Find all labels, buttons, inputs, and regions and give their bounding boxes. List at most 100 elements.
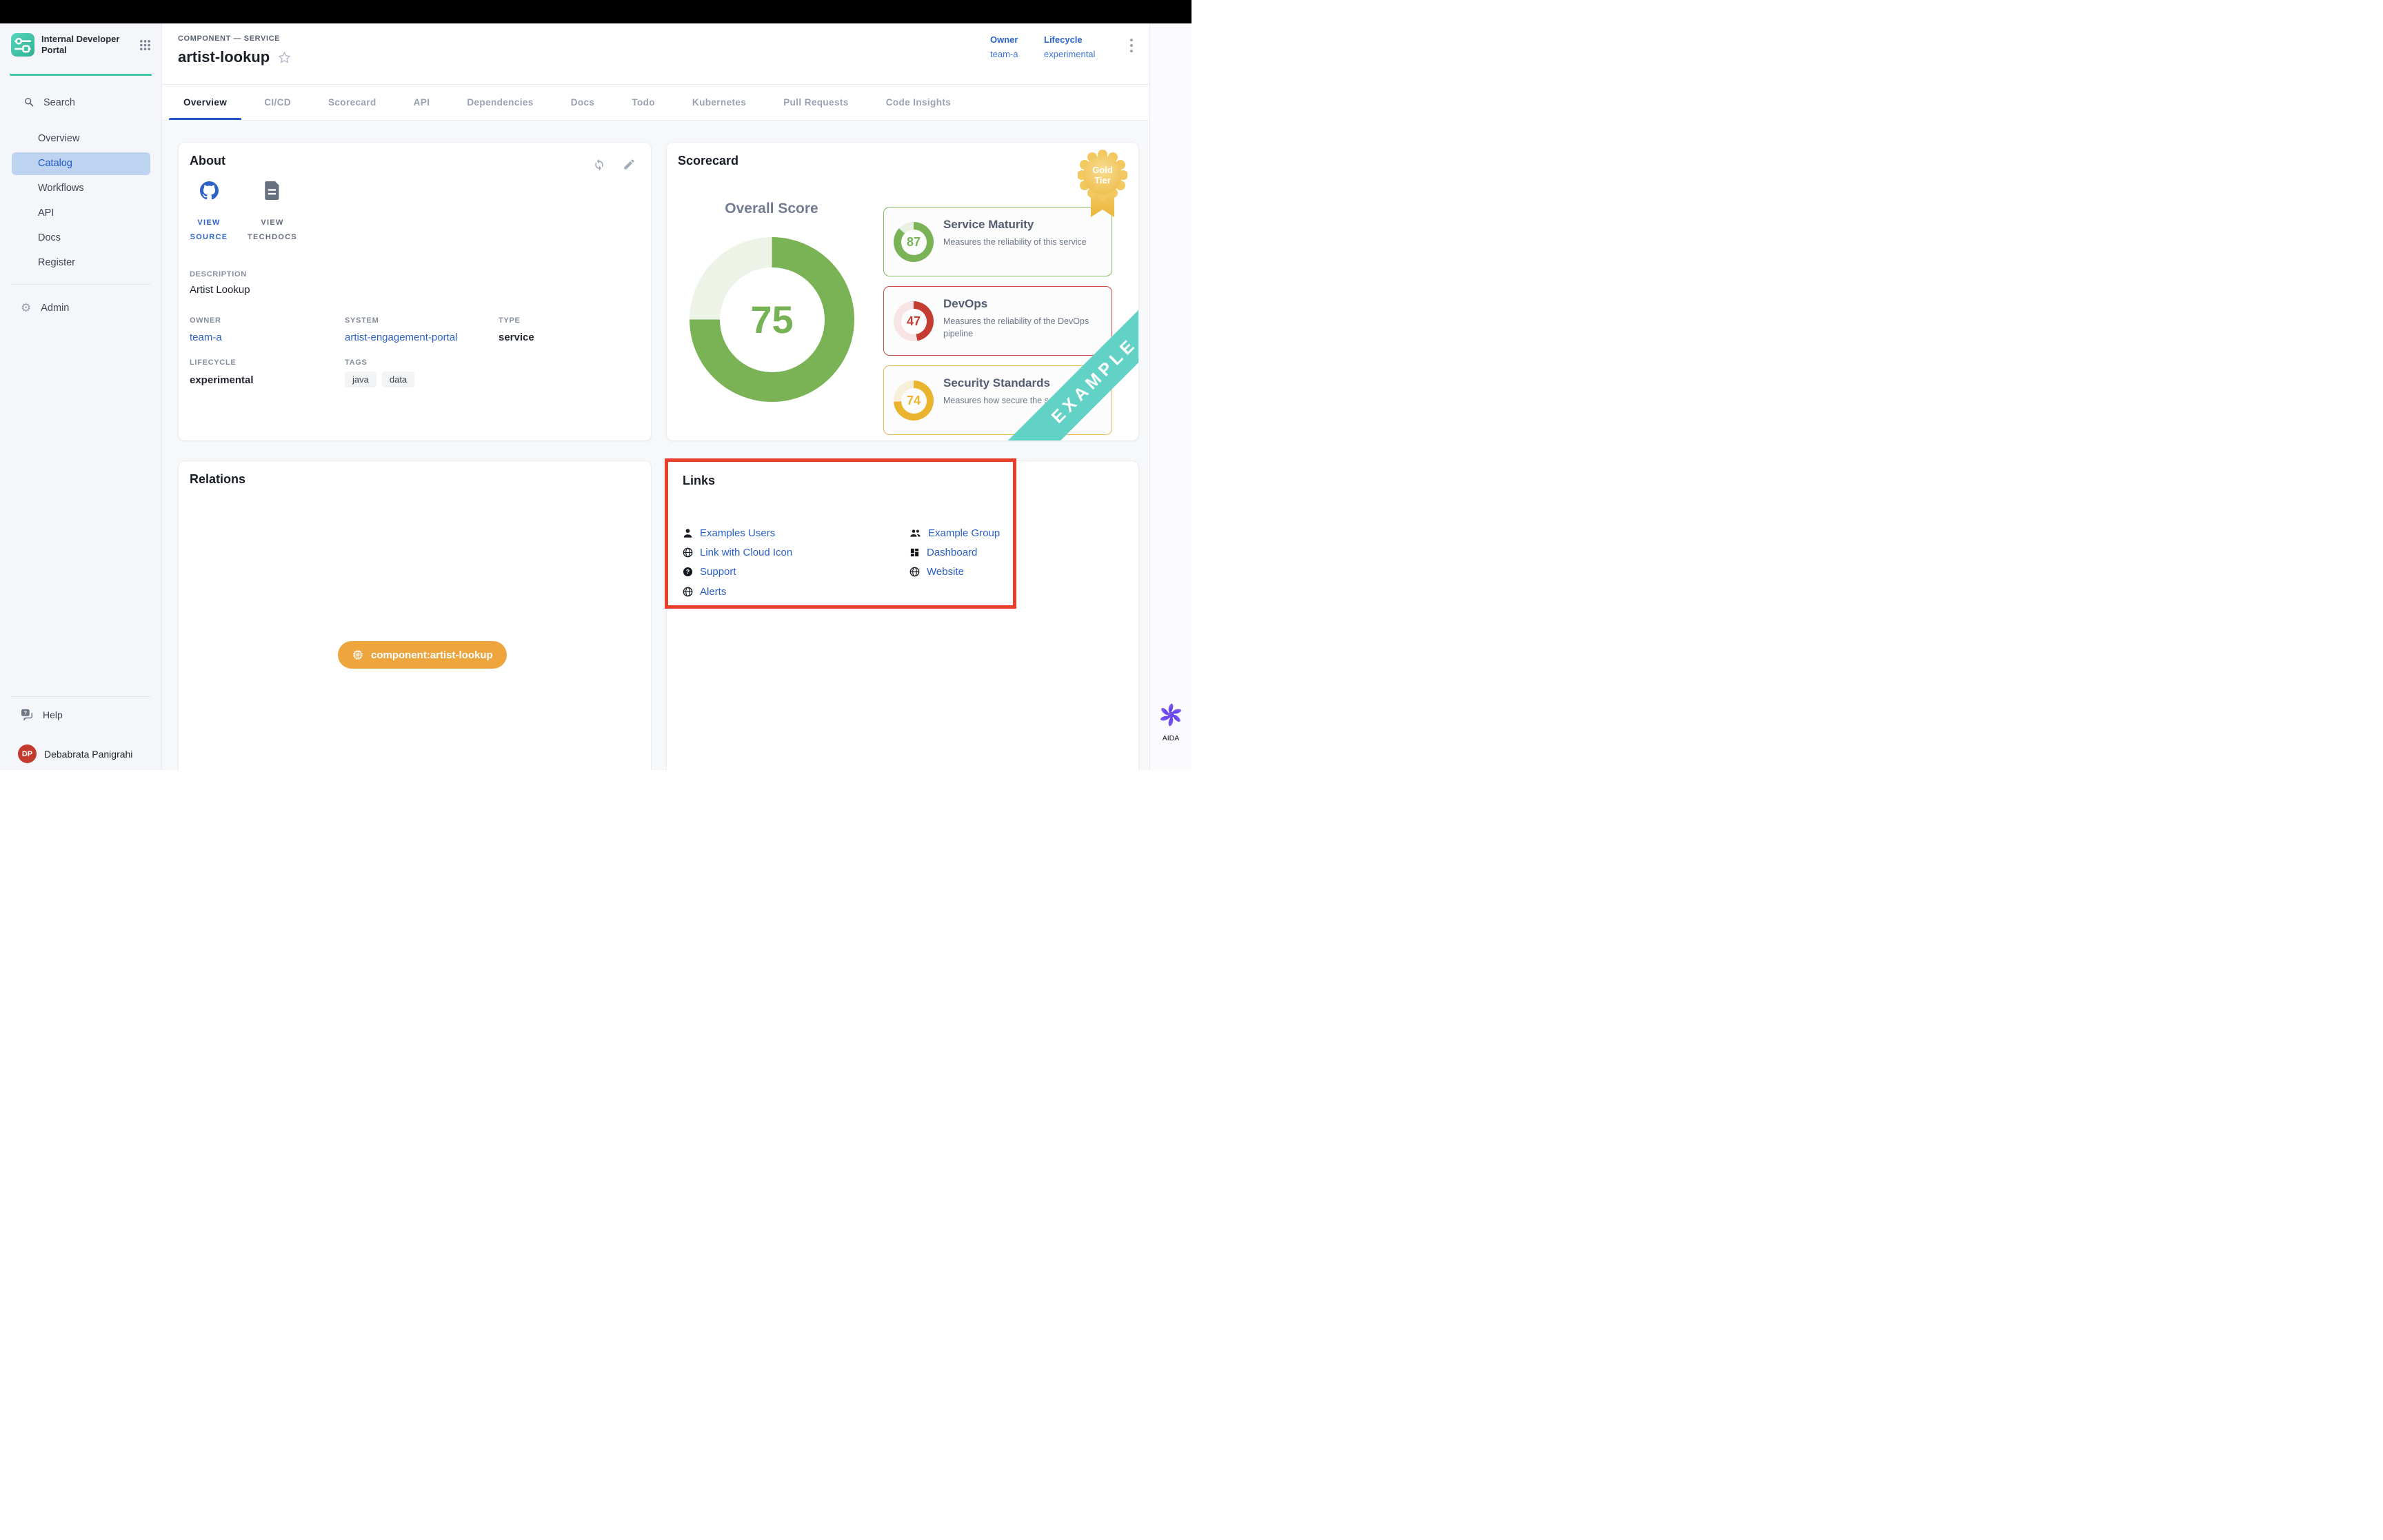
sidebar-divider bbox=[11, 284, 150, 285]
refresh-icon[interactable] bbox=[592, 158, 606, 172]
link-alerts[interactable]: Alerts bbox=[683, 586, 726, 598]
tab-kubernetes[interactable]: Kubernetes bbox=[674, 85, 765, 120]
tab-pull-requests[interactable]: Pull Requests bbox=[765, 85, 867, 120]
owner-value[interactable]: team-a bbox=[990, 49, 1018, 59]
security-standards-donut: 74 bbox=[894, 381, 934, 421]
metric-desc: Measures the reliability of this service bbox=[943, 236, 1106, 249]
globe-icon bbox=[683, 547, 693, 558]
sidebar-item-api[interactable]: API bbox=[12, 202, 150, 225]
owner-field-label: OWNER bbox=[190, 316, 221, 325]
metric-devops[interactable]: 47 DevOps Measures the reliability of th… bbox=[883, 286, 1112, 356]
tab-docs[interactable]: Docs bbox=[552, 85, 614, 120]
help-label: Help bbox=[43, 709, 63, 720]
link-website[interactable]: Website bbox=[909, 566, 964, 578]
lifecycle-meta: Lifecycle experimental bbox=[1044, 34, 1095, 59]
user-name: Debabrata Panigrahi bbox=[44, 749, 132, 760]
sidebar-item-register[interactable]: Register bbox=[12, 252, 150, 274]
overview-content: About VIEW SOURCE bbox=[162, 121, 1149, 770]
sidebar-search[interactable]: Search bbox=[23, 97, 75, 108]
metric-name: Service Maturity bbox=[943, 218, 1034, 232]
user-menu[interactable]: DP Debabrata Panigrahi bbox=[18, 744, 132, 763]
star-icon[interactable] bbox=[277, 50, 292, 65]
link-dashboard[interactable]: Dashboard bbox=[909, 547, 977, 558]
description-value: Artist Lookup bbox=[190, 284, 250, 296]
tab-cicd[interactable]: CI/CD bbox=[245, 85, 310, 120]
tab-todo[interactable]: Todo bbox=[613, 85, 674, 120]
gear-icon: ⚙ bbox=[21, 302, 31, 314]
type-field-label: TYPE bbox=[499, 316, 521, 325]
gold-tier-badge: Gold Tier bbox=[1078, 150, 1127, 228]
globe-icon bbox=[909, 567, 920, 577]
tab-bar: Overview CI/CD Scorecard API Dependencie… bbox=[162, 85, 1149, 121]
avatar: DP bbox=[18, 744, 37, 763]
chip-icon bbox=[352, 649, 364, 661]
svg-text:Gold: Gold bbox=[1092, 165, 1113, 175]
link-support[interactable]: ? Support bbox=[683, 566, 736, 578]
scorecard-card: Scorecard Overall Score 75 87 Service Ma… bbox=[666, 142, 1139, 441]
about-title: About bbox=[190, 154, 225, 168]
tab-api[interactable]: API bbox=[395, 85, 449, 120]
admin-label: Admin bbox=[41, 303, 69, 314]
relations-title: Relations bbox=[190, 472, 245, 487]
owner-label: Owner bbox=[990, 34, 1018, 45]
group-icon bbox=[909, 528, 921, 538]
link-examples-users[interactable]: Examples Users bbox=[683, 527, 775, 539]
entity-header: COMPONENT — SERVICE artist-lookup Owner … bbox=[162, 23, 1149, 85]
sidebar-item-overview[interactable]: Overview bbox=[12, 128, 150, 150]
type-field-value: service bbox=[499, 332, 534, 343]
lifecycle-field-value: experimental bbox=[190, 374, 254, 386]
search-icon bbox=[23, 97, 35, 108]
sidebar: Internal Developer Portal Search Overvie… bbox=[0, 23, 162, 770]
sidebar-logo-row: Internal Developer Portal bbox=[11, 33, 151, 57]
sidebar-item-catalog[interactable]: Catalog bbox=[12, 152, 150, 175]
aida-assistant-button[interactable]: AIDA bbox=[1159, 703, 1183, 742]
tag-data[interactable]: data bbox=[382, 372, 414, 387]
description-label: DESCRIPTION bbox=[190, 270, 247, 278]
overall-score-value: 75 bbox=[750, 297, 793, 342]
tab-scorecard[interactable]: Scorecard bbox=[310, 85, 395, 120]
owner-field-value[interactable]: team-a bbox=[190, 332, 222, 343]
system-field-label: SYSTEM bbox=[345, 316, 379, 325]
service-maturity-donut: 87 bbox=[894, 222, 934, 262]
breadcrumb: COMPONENT — SERVICE bbox=[178, 34, 280, 43]
link-with-cloud-icon[interactable]: Link with Cloud Icon bbox=[683, 547, 792, 558]
search-label: Search bbox=[43, 97, 75, 108]
sidebar-item-workflows[interactable]: Workflows bbox=[12, 177, 150, 200]
relation-node-label: component:artist-lookup bbox=[371, 649, 493, 661]
sidebar-item-help[interactable]: ? Help bbox=[21, 709, 63, 721]
aida-flower-icon bbox=[1159, 703, 1183, 727]
edit-pencil-icon[interactable] bbox=[623, 158, 636, 171]
link-example-group[interactable]: Example Group bbox=[909, 527, 1000, 539]
main-area: COMPONENT — SERVICE artist-lookup Owner … bbox=[162, 23, 1149, 770]
sidebar-bottom-divider bbox=[11, 696, 150, 697]
tab-dependencies[interactable]: Dependencies bbox=[448, 85, 552, 120]
system-field-value[interactable]: artist-engagement-portal bbox=[345, 332, 457, 343]
svg-text:Tier: Tier bbox=[1094, 175, 1111, 185]
devops-donut: 47 bbox=[894, 301, 934, 341]
scorecard-title: Scorecard bbox=[678, 154, 738, 168]
relation-node-component[interactable]: component:artist-lookup bbox=[338, 641, 507, 669]
tab-overview[interactable]: Overview bbox=[165, 85, 245, 120]
tag-java[interactable]: java bbox=[345, 372, 376, 387]
portal-title: Internal Developer Portal bbox=[41, 34, 123, 57]
view-techdocs-label-2: TECHDOCS bbox=[234, 230, 310, 245]
view-techdocs-label-1: VIEW bbox=[234, 216, 310, 230]
owner-meta: Owner team-a bbox=[990, 34, 1018, 59]
top-black-bar bbox=[0, 0, 1192, 23]
links-title: Links bbox=[683, 474, 715, 488]
sidebar-item-docs[interactable]: Docs bbox=[12, 227, 150, 250]
metric-name: Security Standards bbox=[943, 376, 1050, 390]
view-techdocs-button[interactable]: VIEW TECHDOCS bbox=[234, 181, 310, 245]
more-options-icon[interactable] bbox=[1130, 39, 1133, 55]
overall-score-donut: 75 bbox=[690, 237, 854, 402]
apps-grid-icon[interactable] bbox=[139, 39, 151, 51]
links-card: Links Examples Users Link with Cloud Ico… bbox=[666, 460, 1139, 770]
sidebar-accent-divider bbox=[10, 74, 152, 76]
lifecycle-value: experimental bbox=[1044, 49, 1095, 59]
github-icon bbox=[200, 181, 219, 200]
app-window: Internal Developer Portal Search Overvie… bbox=[0, 0, 1192, 770]
tab-code-insights[interactable]: Code Insights bbox=[867, 85, 969, 120]
aida-label: AIDA bbox=[1159, 734, 1183, 742]
document-icon bbox=[265, 181, 281, 200]
sidebar-item-admin[interactable]: ⚙ Admin bbox=[21, 302, 69, 314]
